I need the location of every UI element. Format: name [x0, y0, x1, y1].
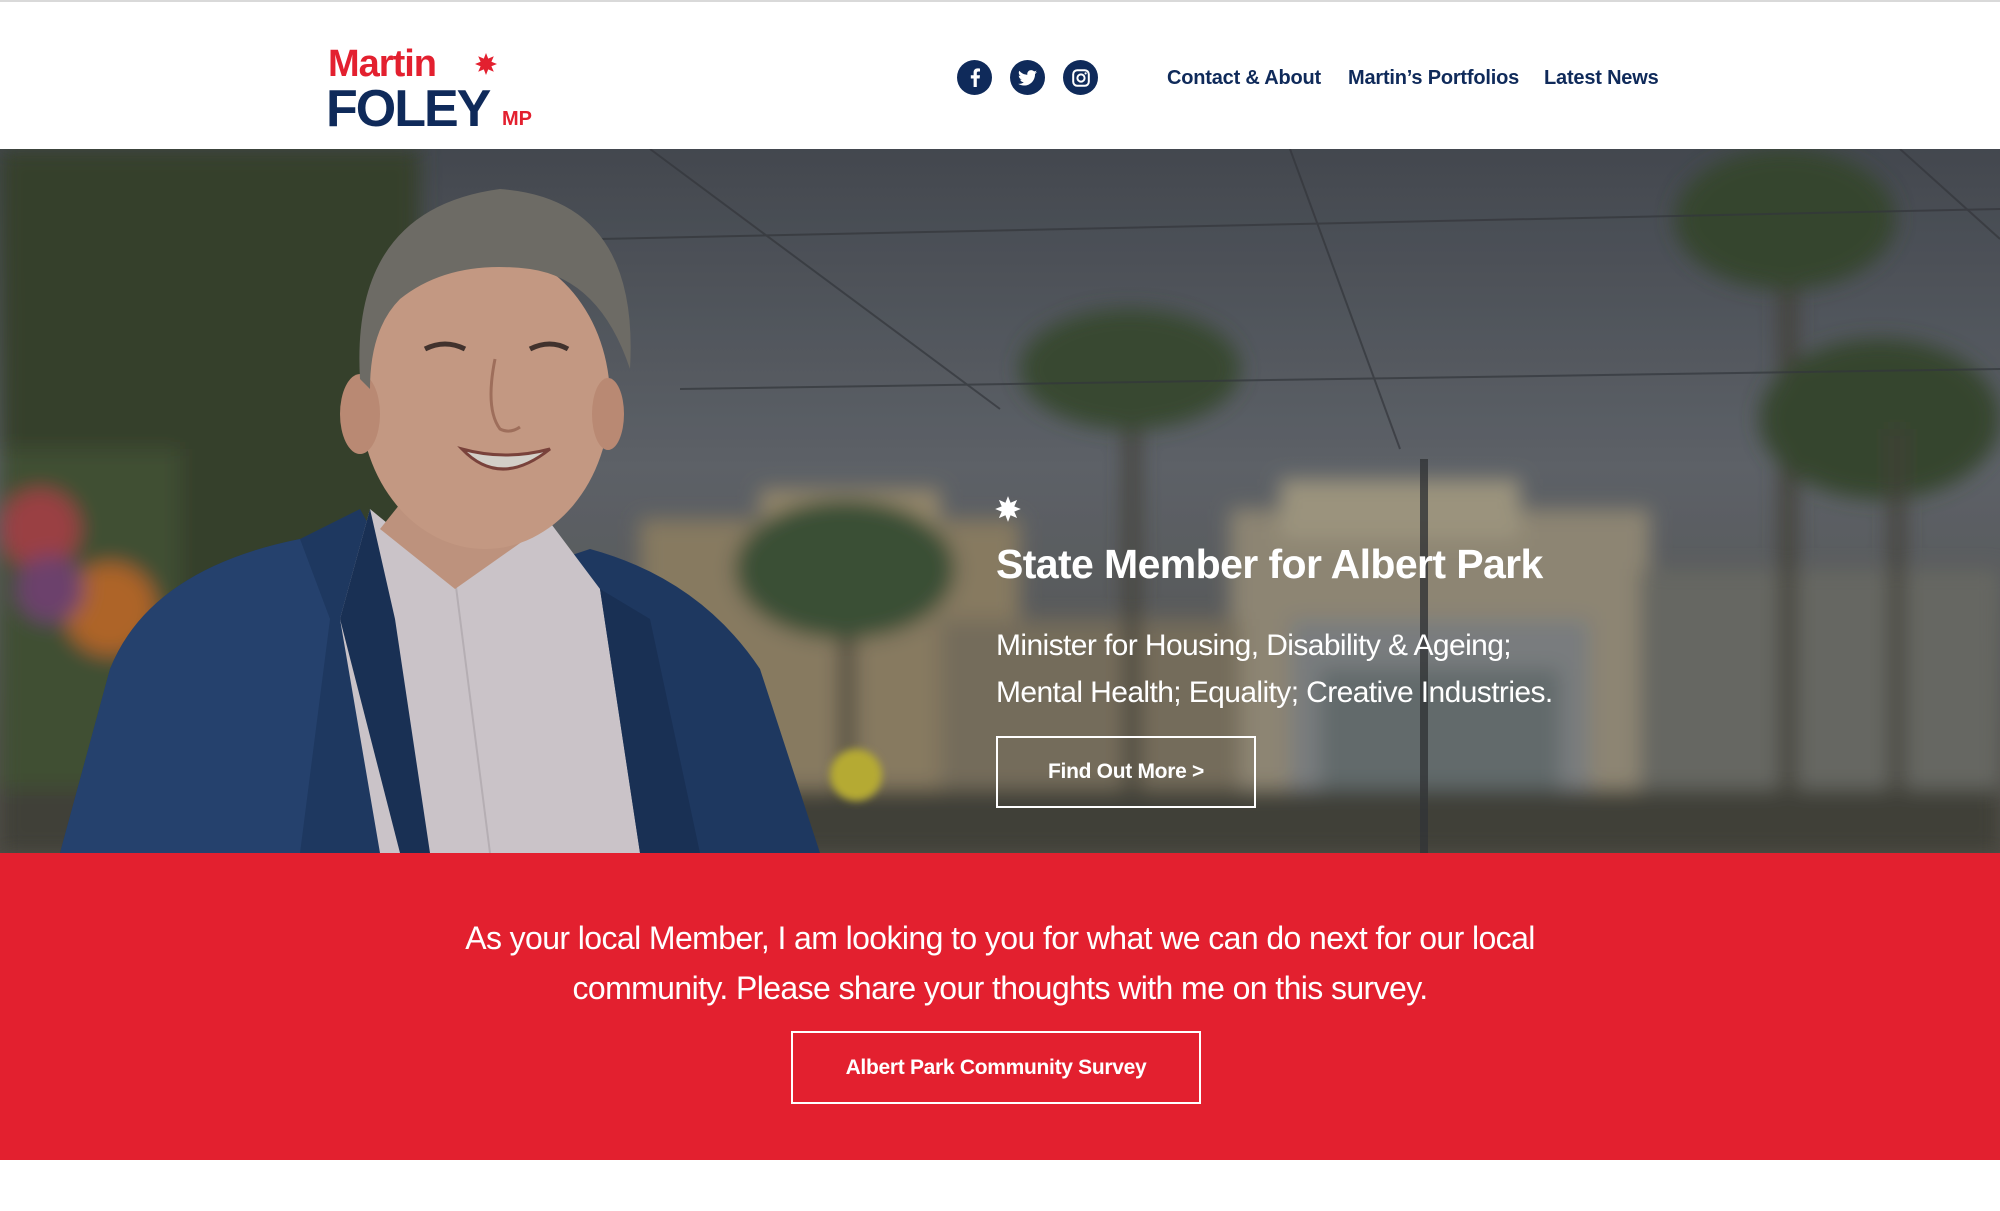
logo-first-name: Martin: [328, 43, 437, 85]
hero-title: State Member for Albert Park: [996, 541, 1543, 587]
logo-suffix: MP: [502, 108, 532, 130]
page-bottom-space: [0, 1160, 2000, 1211]
instagram-icon: [1071, 68, 1090, 87]
twitter-icon: [1018, 69, 1037, 86]
site-header: Martin FOLEY MP Contact & About Martin’s…: [0, 2, 2000, 149]
star-icon: [995, 496, 1021, 522]
survey-message-line: community. Please share your thoughts wi…: [572, 970, 1428, 1006]
twitter-link[interactable]: [1010, 60, 1045, 95]
find-out-more-button[interactable]: Find Out More >: [996, 736, 1256, 808]
survey-message: As your local Member, I am looking to yo…: [0, 913, 2000, 1013]
facebook-link[interactable]: [957, 60, 992, 95]
survey-message-line: As your local Member, I am looking to yo…: [465, 920, 1535, 956]
instagram-link[interactable]: [1063, 60, 1098, 95]
hero-subtitle-line: Minister for Housing, Disability & Agein…: [996, 629, 1512, 662]
hero-subtitle: Minister for Housing, Disability & Agein…: [996, 622, 1553, 716]
hero-banner: State Member for Albert Park Minister fo…: [0, 149, 2000, 853]
nav-latest-news[interactable]: Latest News: [1544, 66, 1659, 90]
logo-last-name: FOLEY: [326, 80, 491, 138]
survey-band: As your local Member, I am looking to yo…: [0, 853, 2000, 1160]
nav-contact-about[interactable]: Contact & About: [1167, 66, 1321, 90]
nav-portfolios[interactable]: Martin’s Portfolios: [1348, 66, 1519, 90]
facebook-icon: [970, 68, 980, 87]
site-logo[interactable]: Martin FOLEY MP: [326, 43, 538, 138]
hero-subtitle-line: Mental Health; Equality; Creative Indust…: [996, 676, 1553, 709]
logo-star-icon: [475, 53, 497, 75]
community-survey-button[interactable]: Albert Park Community Survey: [791, 1031, 1201, 1104]
